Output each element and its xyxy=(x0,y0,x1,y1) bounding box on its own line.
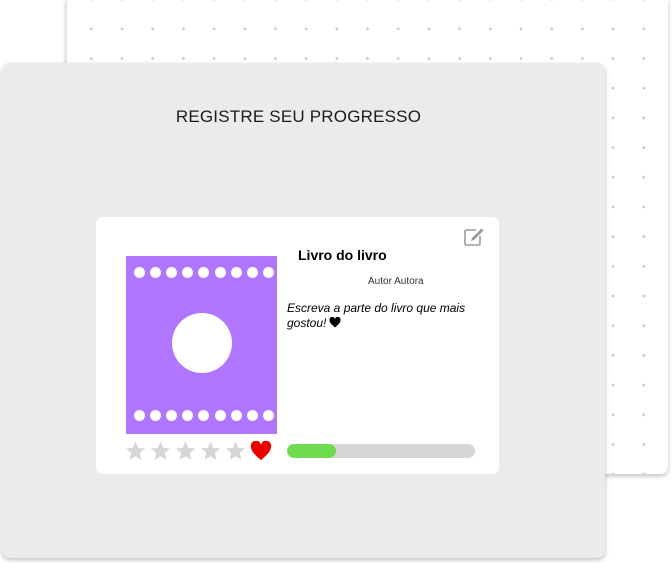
book-author: Autor Autora xyxy=(368,276,424,287)
film-hole xyxy=(230,267,242,278)
rating xyxy=(124,440,272,462)
film-hole xyxy=(182,410,194,421)
film-hole xyxy=(214,410,226,421)
star-icon[interactable] xyxy=(124,440,147,462)
film-hole xyxy=(182,267,194,278)
film-hole xyxy=(246,410,258,421)
film-hole xyxy=(198,410,210,421)
cover-circle xyxy=(172,313,232,373)
page-title: REGISTRE SEU PROGRESSO xyxy=(175,107,422,126)
reading-progress-fill xyxy=(287,444,336,458)
favorite-heart-icon[interactable] xyxy=(250,441,272,461)
film-holes-bottom xyxy=(126,410,277,422)
film-hole xyxy=(150,267,162,278)
film-holes-top xyxy=(126,267,277,279)
film-hole xyxy=(262,410,274,421)
quote-text: Escreva a parte do livro que mais gostou… xyxy=(287,301,466,330)
reading-progress-bar[interactable] xyxy=(287,444,475,458)
star-icon[interactable] xyxy=(149,440,172,462)
film-hole xyxy=(134,267,145,278)
film-hole xyxy=(262,267,274,278)
favorite-quote[interactable]: Escreva a parte do livro que mais gostou… xyxy=(287,301,487,331)
book-cover[interactable] xyxy=(126,256,277,434)
film-hole xyxy=(230,410,242,421)
film-hole xyxy=(166,410,178,421)
film-hole xyxy=(150,410,162,421)
film-hole xyxy=(198,267,210,278)
edit-button[interactable] xyxy=(463,227,485,247)
progress-panel: REGISTRE SEU PROGRESSO Livro do livro Au… xyxy=(2,63,605,558)
book-title: Livro do livro xyxy=(298,247,387,263)
film-hole xyxy=(134,410,145,421)
edit-icon xyxy=(464,228,484,246)
film-hole xyxy=(214,267,226,278)
star-icon[interactable] xyxy=(174,440,197,462)
book-card[interactable]: Livro do livro Autor Autora Escreva a pa… xyxy=(96,217,499,474)
film-hole xyxy=(166,267,178,278)
star-icon[interactable] xyxy=(199,440,222,462)
film-hole xyxy=(246,267,258,278)
star-icon[interactable] xyxy=(224,440,247,462)
heart-icon xyxy=(329,317,341,328)
